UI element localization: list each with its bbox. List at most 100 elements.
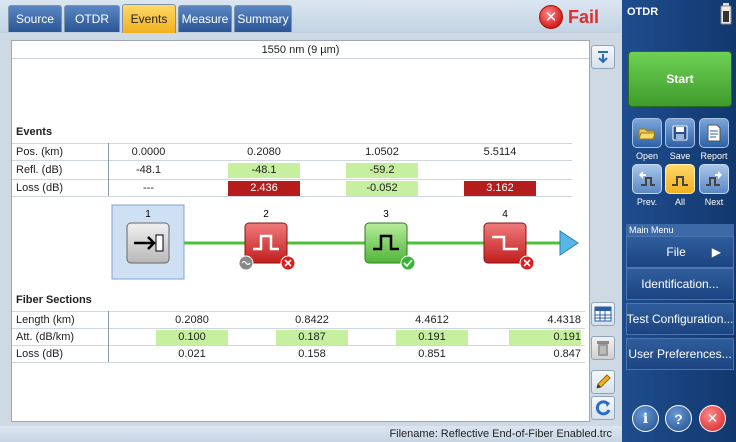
event-1-number: 1: [145, 209, 151, 220]
delete-button[interactable]: [591, 336, 615, 360]
row-label: Loss (dB): [12, 179, 109, 197]
tab-source[interactable]: Source: [8, 5, 62, 32]
start-button[interactable]: Start: [628, 51, 732, 107]
section-cell-pass[interactable]: 0.191: [509, 329, 581, 345]
table-row: Length (km) 0.2080 0.8422 4.4612 4.4318: [12, 311, 585, 329]
right-sidebar: OTDR Start Open Save Report Prev. All Ne…: [622, 0, 736, 442]
main-menu-title: Main Menu: [626, 224, 734, 236]
open-button[interactable]: [632, 118, 662, 148]
section-cell[interactable]: 4.4318: [509, 313, 581, 328]
event-4-number: 4: [502, 209, 508, 220]
all-label: All: [674, 197, 685, 207]
tab-label: Summary: [237, 12, 289, 26]
chevron-right-icon: ▶: [711, 245, 721, 259]
fiber-sections-table: Length (km) 0.2080 0.8422 4.4612 4.4318 …: [12, 311, 585, 363]
wavelength-label: 1550 nm (9 µm): [12, 41, 589, 59]
trash-icon: [597, 341, 609, 356]
help-button[interactable]: ?: [665, 405, 692, 432]
refresh-icon: [595, 400, 611, 416]
tab-label: OTDR: [75, 12, 109, 26]
save-disk-icon: [672, 125, 688, 141]
help-icon: ?: [674, 410, 683, 427]
close-app-button[interactable]: ✕: [699, 405, 726, 432]
previous-event-button[interactable]: [632, 164, 662, 194]
filename-label: Filename: Reflective End-of-Fiber Enable…: [389, 428, 612, 440]
table-view-button[interactable]: [591, 302, 615, 326]
tab-summary[interactable]: Summary: [234, 5, 292, 32]
info-button[interactable]: i: [632, 405, 659, 432]
table-row: Att. (dB/km) 0.100 0.187 0.191 0.191: [12, 328, 585, 346]
event-cell[interactable]: 0.0000: [113, 145, 185, 160]
fail-badge-icon: [519, 255, 535, 271]
event-cell-pass[interactable]: -0.052: [346, 180, 418, 196]
events-table: Pos. (km) 0.0000 0.2080 1.0502 5.5114 Re…: [12, 143, 572, 197]
section-cell[interactable]: 0.847: [509, 347, 581, 362]
event-cell-pass[interactable]: -48.1: [228, 162, 300, 178]
refresh-button[interactable]: [591, 396, 615, 420]
tab-measure[interactable]: Measure: [178, 5, 232, 32]
event-cell[interactable]: 1.0502: [346, 145, 418, 160]
table-row: Loss (dB) 0.021 0.158 0.851 0.847: [12, 345, 585, 363]
table-row: Pos. (km) 0.0000 0.2080 1.0502 5.5114: [12, 143, 572, 161]
tab-label: Events: [130, 12, 168, 26]
tab-label: Measure: [181, 12, 229, 26]
tab-label: Source: [15, 12, 55, 26]
events-title: Events: [16, 126, 53, 138]
event-cell[interactable]: -48.1: [113, 163, 185, 178]
event-cell[interactable]: 0.2080: [228, 145, 300, 160]
next-event-icon: [706, 171, 722, 186]
fail-icon: ✕: [539, 5, 563, 29]
report-document-icon: [707, 124, 721, 142]
save-label: Save: [669, 151, 691, 161]
tab-events[interactable]: Events: [122, 4, 176, 33]
tab-bar: Source OTDR Events Measure Summary ✕ Fai…: [0, 0, 622, 33]
next-label: Next: [704, 197, 724, 207]
reflective-event-fail-icon[interactable]: [244, 222, 288, 264]
table-icon: [594, 306, 612, 322]
link-diagram: 1 2 3 4: [111, 204, 579, 280]
section-cell[interactable]: 0.2080: [156, 313, 228, 328]
section-cell-pass[interactable]: 0.187: [276, 329, 348, 345]
section-cell[interactable]: 0.8422: [276, 313, 348, 328]
loss-event-fail-icon[interactable]: [483, 222, 527, 264]
event-cell[interactable]: 5.5114: [464, 145, 536, 160]
section-cell-pass[interactable]: 0.191: [396, 329, 468, 345]
all-events-button[interactable]: [665, 164, 695, 194]
menu-item-label: Test Configuration...: [626, 312, 734, 326]
folder-open-icon: [638, 128, 656, 140]
save-button[interactable]: [665, 118, 695, 148]
next-event-button[interactable]: [699, 164, 729, 194]
event-cell[interactable]: [464, 161, 536, 176]
row-label: Length (km): [12, 311, 109, 329]
menu-item-file[interactable]: File ▶: [626, 236, 734, 268]
tab-otdr[interactable]: OTDR: [64, 5, 120, 32]
open-label: Open: [635, 151, 659, 161]
edit-button[interactable]: [591, 370, 615, 394]
section-cell[interactable]: 4.4612: [396, 313, 468, 328]
status-bar: Filename: Reflective End-of-Fiber Enable…: [0, 426, 622, 442]
section-cell-pass[interactable]: 0.100: [156, 329, 228, 345]
battery-icon: [720, 3, 732, 25]
menu-item-identification[interactable]: Identification...: [626, 268, 734, 300]
section-cell[interactable]: 0.851: [396, 347, 468, 362]
section-cell[interactable]: 0.021: [156, 347, 228, 362]
event-cell-pass[interactable]: -59.2: [346, 162, 418, 178]
row-label: Loss (dB): [12, 345, 109, 363]
table-row: Loss (dB) --- 2.436 -0.052 3.162: [12, 179, 572, 197]
status-text: Fail: [568, 6, 600, 27]
event-cell-fail[interactable]: 3.162: [464, 180, 536, 196]
events-panel: 1550 nm (9 µm) Events Pos. (km) 0.0000 0…: [11, 40, 590, 422]
event-2-number: 2: [263, 209, 269, 220]
non-reflective-mark-icon: [238, 255, 254, 271]
launch-event-icon[interactable]: [126, 222, 170, 264]
pencil-icon: [596, 374, 611, 389]
reflective-event-pass-icon[interactable]: [364, 222, 408, 264]
event-cell[interactable]: ---: [113, 181, 185, 196]
section-cell[interactable]: 0.158: [276, 347, 348, 362]
menu-item-user-preferences[interactable]: User Preferences...: [626, 338, 734, 370]
scroll-down-button[interactable]: [591, 45, 615, 69]
event-cell-fail[interactable]: 2.436: [228, 180, 300, 196]
menu-item-test-configuration[interactable]: Test Configuration...: [626, 303, 734, 335]
app-title: OTDR: [627, 6, 659, 18]
report-button[interactable]: [699, 118, 729, 148]
